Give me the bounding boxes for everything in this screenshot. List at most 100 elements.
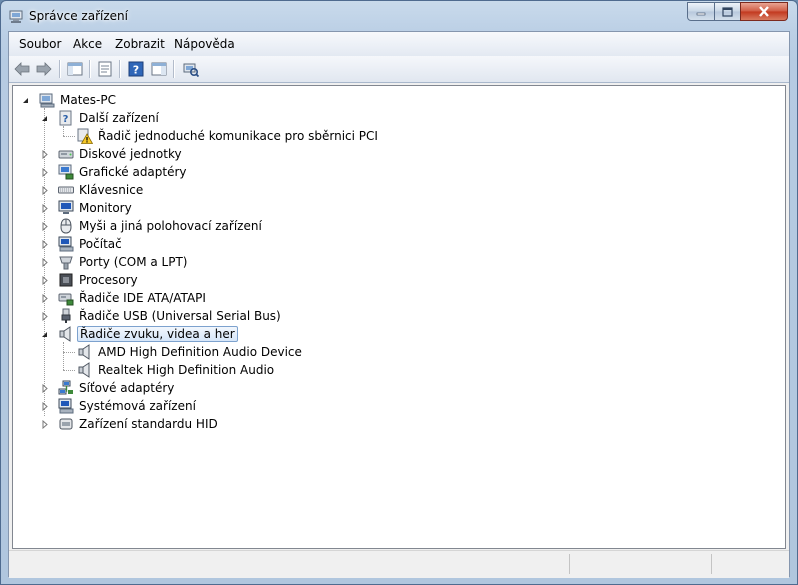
action-pane-button[interactable]	[150, 60, 168, 78]
computer-icon	[58, 236, 74, 252]
expander-collapsed[interactable]	[40, 222, 49, 231]
expander-expanded[interactable]	[40, 114, 49, 123]
expander-collapsed[interactable]	[40, 240, 49, 249]
expander-collapsed[interactable]	[40, 384, 49, 393]
svg-text:?: ?	[133, 64, 139, 77]
expander-collapsed[interactable]	[40, 150, 49, 159]
tree-device[interactable]: Řadič jednoduché komunikace pro sběrnici…	[77, 127, 380, 145]
tree-category[interactable]: Procesory	[58, 271, 140, 289]
expanded-triangle-icon	[42, 332, 47, 337]
forward-button[interactable]	[35, 60, 53, 78]
device-tree[interactable]: Mates-PC ? Další zařízení Řadič jednoduc…	[12, 85, 786, 549]
minimize-icon	[696, 12, 706, 15]
toolbar: ?	[9, 56, 789, 83]
tree-device[interactable]: Realtek High Definition Audio	[77, 361, 276, 379]
title-bar[interactable]: Správce zařízení	[1, 1, 797, 31]
tree-category-label: Procesory	[79, 273, 138, 287]
processor-icon	[59, 273, 73, 287]
scan-hardware-button[interactable]	[182, 60, 200, 78]
tree-category[interactable]: Porty (COM a LPT)	[58, 253, 189, 271]
show-action-pane-icon	[151, 62, 167, 76]
expander-collapsed[interactable]	[40, 276, 49, 285]
tree-category-selected[interactable]: Řadiče zvuku, videa a her	[58, 325, 238, 343]
tree-category[interactable]: Řadiče USB (Universal Serial Bus)	[58, 307, 283, 325]
forward-arrow-icon	[36, 62, 52, 76]
tree-line	[63, 342, 64, 370]
collapsed-triangle-icon	[42, 222, 48, 231]
tree-category[interactable]: ? Další zařízení	[58, 109, 161, 127]
tree-node-root[interactable]: Mates-PC	[39, 91, 118, 109]
tree-line	[63, 370, 75, 371]
collapsed-triangle-icon	[42, 150, 48, 159]
menu-bar: Soubor Akce Zobrazit Nápověda	[9, 32, 789, 57]
expander-expanded[interactable]	[40, 330, 49, 339]
collapsed-triangle-icon	[42, 240, 48, 249]
tree-category[interactable]: Monitory	[58, 199, 134, 217]
tree-category-label: Další zařízení	[79, 111, 159, 125]
expander-collapsed[interactable]	[40, 186, 49, 195]
tree-category-label: Porty (COM a LPT)	[79, 255, 188, 269]
usb-icon	[61, 308, 71, 323]
menu-napoveda[interactable]: Nápověda	[174, 37, 235, 51]
expander-collapsed[interactable]	[40, 402, 49, 411]
expander-collapsed[interactable]	[40, 204, 49, 213]
tree-device-label: Realtek High Definition Audio	[98, 363, 275, 377]
tree-line	[63, 136, 75, 137]
status-pane	[711, 554, 712, 574]
console-tree-button[interactable]	[66, 60, 84, 78]
hid-device-icon	[59, 418, 73, 430]
tree-line	[63, 352, 75, 353]
expander-collapsed[interactable]	[40, 312, 49, 321]
expander-collapsed[interactable]	[40, 168, 49, 177]
tree-category[interactable]: Řadiče IDE ATA/ATAPI	[58, 289, 208, 307]
maximize-button[interactable]	[714, 2, 741, 21]
tree-category-label: Počítač	[79, 237, 122, 251]
collapsed-triangle-icon	[42, 204, 48, 213]
tree-category-label: Monitory	[79, 201, 132, 215]
tree-category[interactable]: Zařízení standardu HID	[58, 415, 220, 433]
back-arrow-icon	[14, 62, 30, 76]
network-adapter-icon	[58, 380, 73, 395]
port-icon	[59, 256, 73, 270]
monitor-icon	[58, 200, 74, 214]
device-manager-window: Správce zařízení Soubor Akce Zobrazit Ná…	[0, 0, 798, 585]
speaker-icon	[59, 326, 71, 342]
tree-category[interactable]: Grafické adaptéry	[58, 163, 189, 181]
expander-collapsed[interactable]	[40, 420, 49, 429]
help-icon: ?	[128, 61, 144, 77]
tree-device[interactable]: AMD High Definition Audio Device	[77, 343, 304, 361]
tree-category-label: Řadiče IDE ATA/ATAPI	[79, 291, 206, 305]
menu-soubor[interactable]: Soubor	[19, 37, 61, 51]
tree-category-label: Diskové jednotky	[79, 147, 182, 161]
tree-category-label: Síťové adaptéry	[79, 381, 175, 395]
speaker-icon	[78, 344, 90, 360]
speaker-icon	[78, 362, 90, 378]
minimize-button[interactable]	[687, 2, 715, 21]
collapsed-triangle-icon	[42, 258, 48, 267]
menu-akce[interactable]: Akce	[73, 37, 102, 51]
expander-collapsed[interactable]	[40, 294, 49, 303]
tree-category[interactable]: Klávesnice	[58, 181, 145, 199]
mouse-icon	[60, 218, 72, 234]
menu-zobrazit[interactable]: Zobrazit	[115, 37, 165, 51]
properties-button[interactable]	[96, 60, 114, 78]
status-pane	[569, 554, 570, 574]
tree-category[interactable]: Myši a jiná polohovací zařízení	[58, 217, 264, 235]
tree-category[interactable]: Systémová zařízení	[58, 397, 198, 415]
disk-drive-icon	[58, 150, 74, 159]
unknown-device-icon: ?	[59, 110, 72, 126]
expander-expanded[interactable]	[21, 96, 30, 105]
toolbar-separator	[89, 60, 91, 78]
back-button[interactable]	[13, 60, 31, 78]
tree-category[interactable]: Síťové adaptéry	[58, 379, 176, 397]
tree-device-label: AMD High Definition Audio Device	[98, 345, 302, 359]
help-button[interactable]: ?	[127, 60, 145, 78]
tree-category[interactable]: Diskové jednotky	[58, 145, 184, 163]
close-button[interactable]	[740, 2, 788, 21]
device-manager-icon	[9, 10, 23, 23]
tree-category-label: Grafické adaptéry	[79, 165, 187, 179]
expander-collapsed[interactable]	[40, 258, 49, 267]
tree-category-label: Zařízení standardu HID	[79, 417, 218, 431]
warning-device-icon	[77, 128, 93, 144]
tree-category[interactable]: Počítač	[58, 235, 124, 253]
